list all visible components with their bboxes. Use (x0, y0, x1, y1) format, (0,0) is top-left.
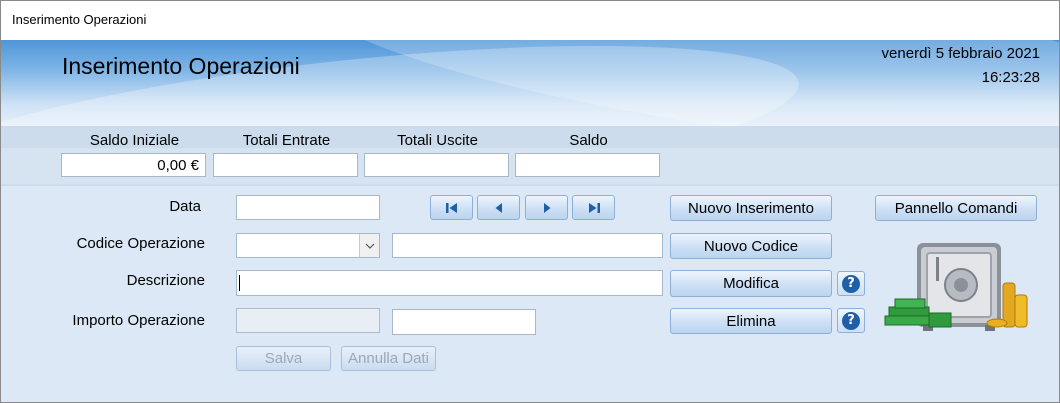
chevron-down-icon[interactable] (359, 234, 379, 257)
descrizione-label: Descrizione (126, 272, 205, 289)
text-cursor (239, 275, 240, 291)
totali-uscite-label: Totali Uscite (397, 132, 478, 149)
importo-secondary-field[interactable] (392, 309, 536, 335)
saldo-iniziale-label: Saldo Iniziale (89, 132, 180, 149)
nuovo-inserimento-button[interactable]: Nuovo Inserimento (670, 195, 832, 221)
last-record-icon (588, 202, 600, 213)
previous-record-button[interactable] (477, 195, 520, 220)
totali-uscite-field[interactable] (364, 153, 509, 177)
help-icon: ? (842, 274, 860, 293)
saldo-iniziale-field[interactable]: 0,00 € (61, 153, 206, 177)
current-date: venerdì 5 febbraio 2021 (881, 45, 1040, 62)
saldo-label: Saldo (569, 132, 608, 149)
next-record-button[interactable] (525, 195, 568, 220)
form-header: Inserimento Operazioni venerdì 5 febbrai… (1, 40, 1059, 126)
modifica-help-button[interactable]: ? (837, 271, 865, 296)
totali-entrate-label: Totali Entrate (242, 132, 331, 149)
first-record-icon (445, 202, 457, 213)
elimina-button[interactable]: Elimina (670, 308, 832, 334)
annulla-dati-button[interactable]: Annulla Dati (341, 346, 436, 371)
pannello-comandi-button[interactable]: Pannello Comandi (875, 195, 1037, 221)
window-title: Inserimento Operazioni (12, 12, 147, 27)
window: Inserimento Operazioni Inserimento Opera… (0, 0, 1060, 403)
saldo-field[interactable] (515, 153, 660, 177)
next-record-icon (543, 202, 550, 213)
codice-operazione-combo[interactable] (236, 233, 380, 258)
help-icon: ? (842, 311, 860, 330)
current-time: 16:23:28 (981, 69, 1040, 86)
last-record-button[interactable] (572, 195, 615, 220)
data-field[interactable] (236, 195, 380, 220)
form-title: Inserimento Operazioni (62, 53, 300, 79)
title-bar: Inserimento Operazioni (1, 1, 1059, 40)
totals-section: Saldo Iniziale Totali Entrate Totali Usc… (1, 126, 1059, 186)
elimina-help-button[interactable]: ? (837, 308, 865, 333)
previous-record-icon (495, 202, 502, 213)
safe-with-money-icon (884, 243, 1028, 331)
data-label: Data (169, 198, 201, 215)
totali-entrate-field[interactable] (213, 153, 358, 177)
importo-operazione-field[interactable] (236, 308, 380, 333)
descrizione-field[interactable] (236, 270, 663, 296)
importo-operazione-label: Importo Operazione (72, 312, 205, 329)
codice-operazione-label: Codice Operazione (76, 235, 205, 252)
salva-button[interactable]: Salva (236, 346, 331, 371)
nuovo-codice-button[interactable]: Nuovo Codice (670, 233, 832, 259)
codice-descrizione-field[interactable] (392, 233, 663, 258)
first-record-button[interactable] (430, 195, 473, 220)
modifica-button[interactable]: Modifica (670, 270, 832, 297)
